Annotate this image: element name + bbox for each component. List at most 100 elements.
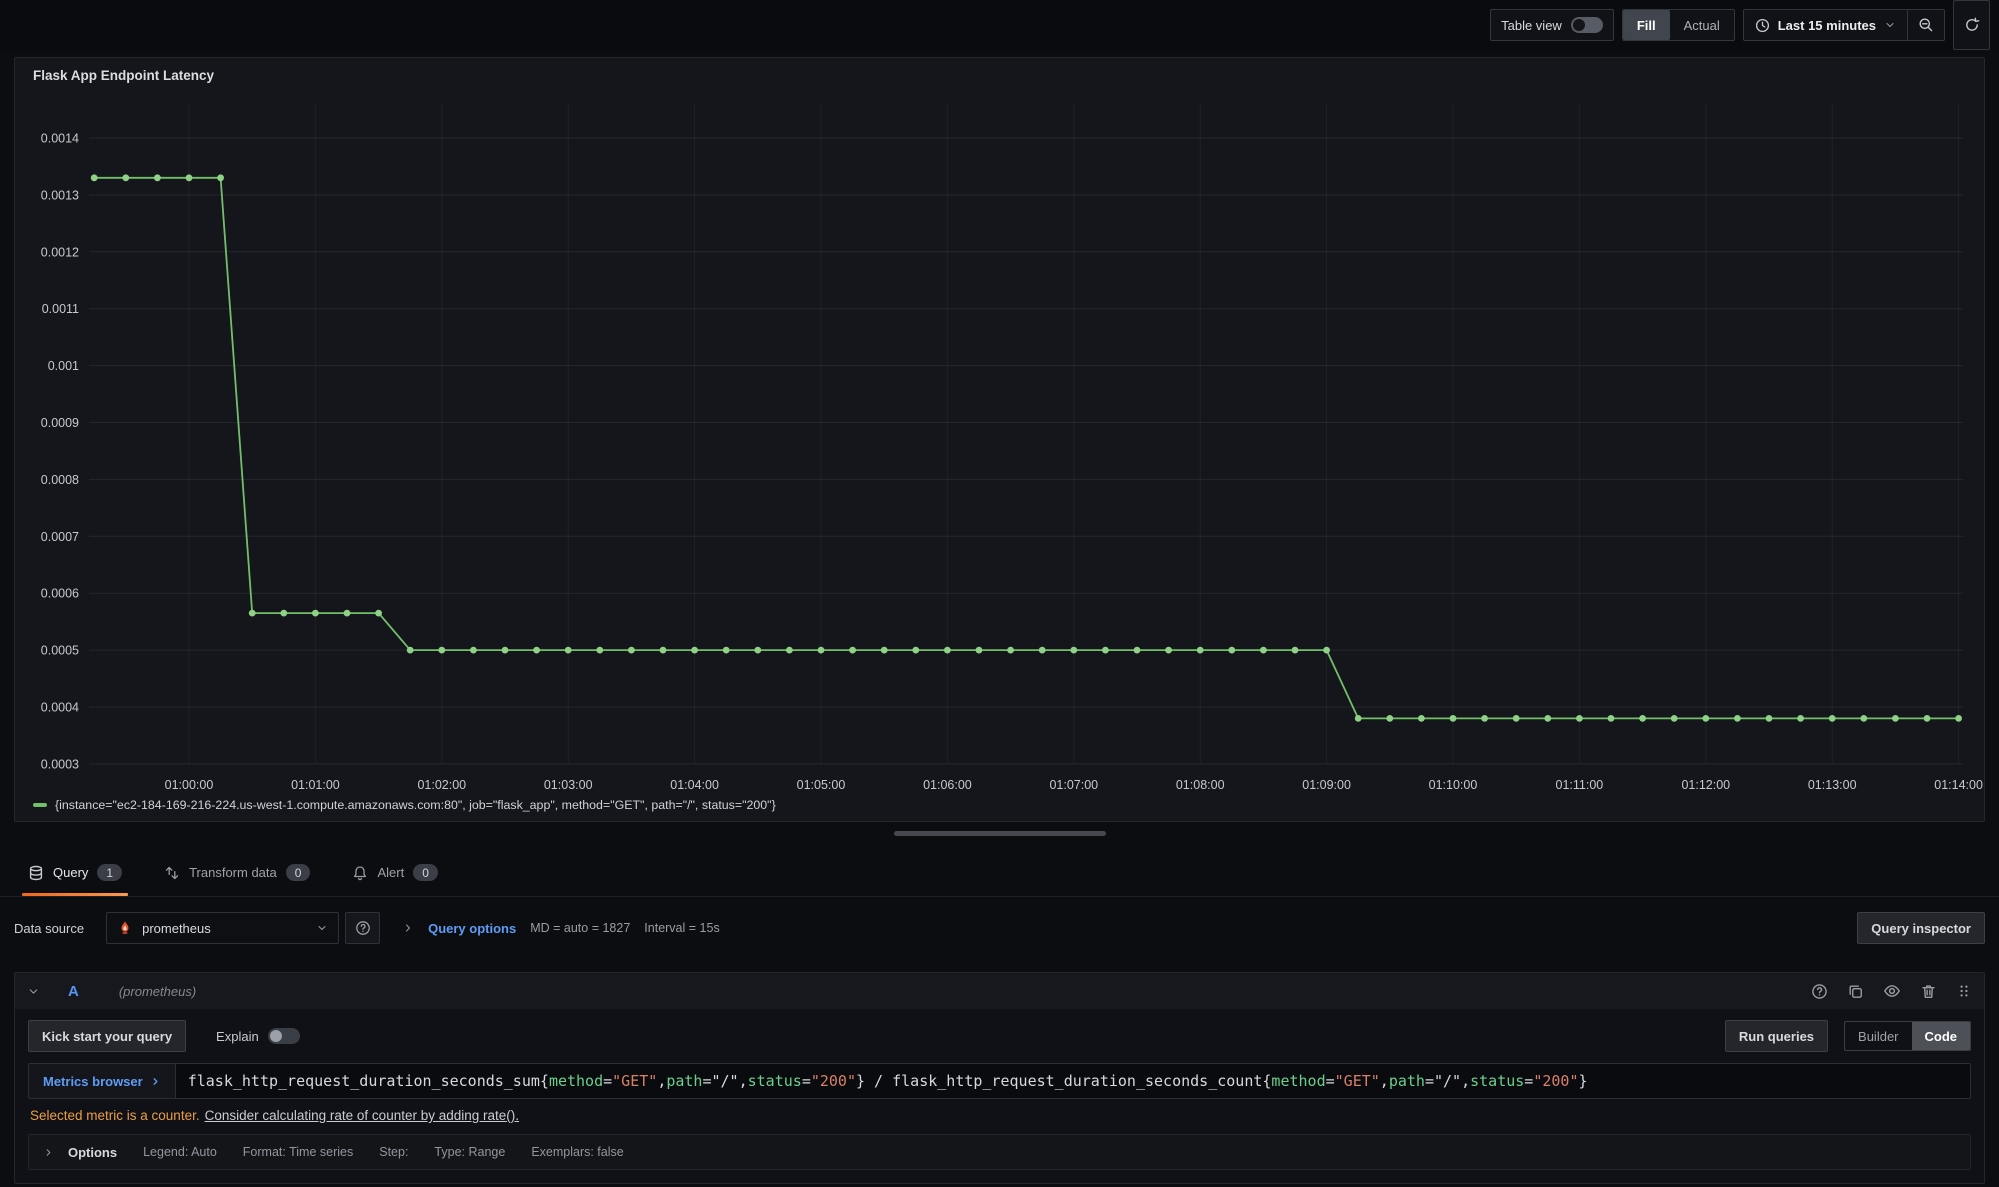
editor-mode-toggle: Builder Code — [1844, 1021, 1971, 1051]
datasource-value: prometheus — [142, 921, 307, 936]
chevron-down-icon — [1884, 19, 1896, 31]
svg-text:01:04:00: 01:04:00 — [670, 778, 719, 792]
metrics-browser-toggle[interactable]: Metrics browser — [29, 1064, 176, 1098]
tab-query-label: Query — [53, 865, 88, 880]
svg-text:0.0004: 0.0004 — [41, 701, 79, 715]
tab-transform-data[interactable]: Transform data 0 — [158, 849, 316, 896]
svg-text:01:14:00: 01:14:00 — [1934, 778, 1983, 792]
datasource-row: Data source prometheus Query options MD … — [14, 911, 1985, 945]
svg-text:0.0012: 0.0012 — [41, 245, 79, 259]
drag-handle[interactable] — [1956, 983, 1972, 999]
query-row-actions — [1811, 982, 1972, 1000]
option-type: Type: Range — [434, 1145, 505, 1159]
table-view-toggle[interactable] — [1571, 17, 1603, 33]
svg-text:01:11:00: 01:11:00 — [1556, 778, 1604, 792]
query-options-toggle[interactable]: Query options MD = auto = 1827 Interval … — [402, 921, 720, 936]
table-view-control: Table view — [1490, 9, 1614, 41]
chart-legend[interactable]: {instance="ec2-184-169-216-224.us-west-1… — [33, 798, 776, 812]
promql-editor: Metrics browser flask_http_request_durat… — [28, 1063, 1971, 1099]
run-queries-button[interactable]: Run queries — [1725, 1020, 1828, 1052]
warning-text: Selected metric is a counter. — [30, 1108, 200, 1123]
svg-text:01:07:00: 01:07:00 — [1049, 778, 1098, 792]
time-range-label: Last 15 minutes — [1778, 18, 1876, 33]
fill-actual-toggle: Fill Actual — [1622, 9, 1735, 41]
explain-toggle[interactable] — [268, 1028, 300, 1044]
timeseries-panel: Flask App Endpoint Latency 0.00140.00130… — [14, 57, 1985, 822]
refresh-button[interactable] — [1953, 0, 1990, 50]
promql-input[interactable]: flask_http_request_duration_seconds_sum{… — [176, 1064, 1970, 1098]
clock-icon — [1755, 18, 1770, 33]
query-right-controls: Run queries Builder Code — [1725, 1020, 1971, 1052]
latency-chart[interactable]: 0.0014 0.0013 0.0012 0.0011 0.001 0.0009 0.000… — [15, 88, 1986, 803]
top-toolbar: Table view Fill Actual Last 15 minutes — [0, 0, 1999, 50]
time-picker-group: Last 15 minutes — [1743, 9, 1945, 41]
actual-option[interactable]: Actual — [1670, 10, 1734, 40]
grip-dots-icon — [1956, 983, 1972, 999]
svg-text:01:02:00: 01:02:00 — [417, 778, 466, 792]
interval-value: Interval = 15s — [644, 921, 719, 935]
eye-icon — [1883, 982, 1901, 1000]
datasource-info-button[interactable] — [1811, 983, 1828, 1000]
svg-text:01:12:00: 01:12:00 — [1681, 778, 1730, 792]
question-circle-icon — [355, 920, 371, 936]
warning-rate-link[interactable]: Consider calculating rate of counter by … — [205, 1108, 519, 1123]
tab-query[interactable]: Query 1 — [22, 849, 128, 896]
svg-text:01:00:00: 01:00:00 — [165, 778, 214, 792]
svg-text:0.0005: 0.0005 — [41, 644, 79, 658]
svg-text:01:08:00: 01:08:00 — [1176, 778, 1225, 792]
svg-text:01:01:00: 01:01:00 — [291, 778, 340, 792]
option-exemplars: Exemplars: false — [531, 1145, 623, 1159]
tab-transform-label: Transform data — [189, 865, 277, 880]
query-options-label: Query options — [428, 921, 516, 936]
datasource-picker[interactable]: prometheus — [106, 912, 339, 944]
duplicate-query-button[interactable] — [1847, 983, 1864, 1000]
svg-text:0.0011: 0.0011 — [42, 302, 79, 316]
time-range-picker[interactable]: Last 15 minutes — [1744, 10, 1907, 40]
svg-text:01:13:00: 01:13:00 — [1808, 778, 1857, 792]
explain-control: Explain — [216, 1028, 300, 1044]
explain-label: Explain — [216, 1029, 259, 1044]
panel-title: Flask App Endpoint Latency — [33, 68, 214, 83]
code-mode-option[interactable]: Code — [1912, 1022, 1971, 1050]
kick-start-query-button[interactable]: Kick start your query — [28, 1020, 186, 1052]
tab-query-badge: 1 — [97, 864, 122, 881]
refresh-icon — [1964, 17, 1980, 33]
svg-text:0.0013: 0.0013 — [41, 188, 79, 202]
metrics-browser-label: Metrics browser — [43, 1074, 143, 1089]
counter-warning: Selected metric is a counter. Consider ca… — [30, 1108, 1971, 1123]
chevron-right-icon — [402, 922, 414, 934]
transform-icon — [164, 865, 180, 881]
legend-series-swatch — [33, 803, 47, 807]
chevron-right-icon — [43, 1147, 54, 1158]
query-ref-id: A — [68, 983, 79, 1000]
query-options-collapsed[interactable]: Options Legend: Auto Format: Time series… — [28, 1134, 1971, 1170]
svg-text:0.0014: 0.0014 — [41, 132, 79, 146]
magnifier-minus-icon — [1918, 17, 1934, 33]
tab-alert[interactable]: Alert 0 — [346, 849, 443, 896]
query-controls-row: Kick start your query Explain Run querie… — [28, 1020, 1971, 1052]
tab-alert-label: Alert — [377, 865, 404, 880]
copy-icon — [1847, 983, 1864, 1000]
svg-text:01:05:00: 01:05:00 — [797, 778, 846, 792]
database-icon — [28, 865, 44, 881]
tab-alert-badge: 0 — [413, 864, 438, 881]
query-datasource-hint: (prometheus) — [119, 984, 196, 999]
builder-mode-option[interactable]: Builder — [1845, 1022, 1911, 1050]
chevron-down-icon — [316, 922, 328, 934]
datasource-help-button[interactable] — [345, 912, 380, 944]
panel-resize-handle[interactable] — [894, 831, 1106, 836]
query-row-header[interactable]: A (prometheus) — [15, 973, 1984, 1009]
collapse-chevron-icon[interactable] — [27, 985, 40, 998]
svg-text:01:03:00: 01:03:00 — [544, 778, 593, 792]
svg-text:0.0009: 0.0009 — [41, 416, 79, 430]
bell-icon — [352, 865, 368, 881]
toggle-visibility-button[interactable] — [1883, 982, 1901, 1000]
fill-option[interactable]: Fill — [1623, 10, 1670, 40]
query-row-body: Kick start your query Explain Run querie… — [15, 1009, 1984, 1183]
query-inspector-button[interactable]: Query inspector — [1857, 912, 1985, 944]
zoom-out-time-button[interactable] — [1908, 10, 1944, 40]
delete-query-button[interactable] — [1920, 983, 1937, 1000]
svg-text:0.0008: 0.0008 — [41, 473, 79, 487]
svg-text:0.001: 0.001 — [48, 359, 79, 373]
chevron-right-icon — [150, 1076, 161, 1087]
